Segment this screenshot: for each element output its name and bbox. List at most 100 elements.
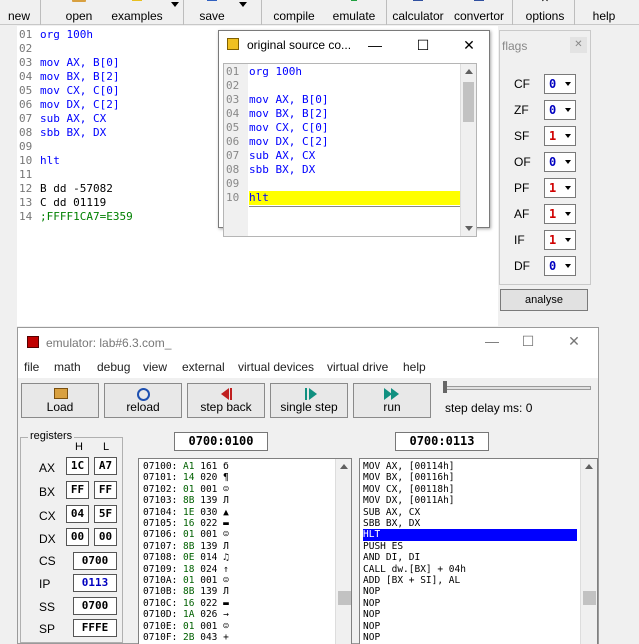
source-vertical-scrollbar[interactable] bbox=[460, 64, 476, 236]
menu-virtual-devices[interactable]: virtual devices bbox=[238, 360, 314, 374]
register-bl-field[interactable]: FF bbox=[94, 481, 117, 499]
register-ah-field[interactable]: 1C bbox=[66, 457, 89, 475]
single-step-button[interactable]: single step bbox=[270, 383, 348, 418]
register-bh-field[interactable]: FF bbox=[66, 481, 89, 499]
disassembly-row[interactable]: NOP bbox=[363, 609, 577, 620]
new-button[interactable]: new bbox=[0, 0, 38, 25]
disassembly-row[interactable]: CALL dw.[BX] + 04h bbox=[363, 564, 577, 575]
memory-row[interactable]: 0710B: 8B 139 Л bbox=[143, 586, 229, 597]
minimize-icon[interactable]: — bbox=[365, 37, 385, 53]
menu-file[interactable]: file bbox=[24, 360, 39, 374]
memory-scrollbar[interactable] bbox=[335, 459, 351, 644]
memory-row[interactable]: 0710E: 01 001 ☺ bbox=[143, 621, 229, 632]
convertor-button[interactable]: convertor bbox=[451, 0, 507, 25]
scroll-up-icon[interactable] bbox=[585, 464, 593, 469]
flag-df-select[interactable]: 0 bbox=[544, 256, 576, 276]
close-icon[interactable]: ✕ bbox=[570, 37, 587, 53]
memory-row[interactable]: 07105: 16 022 ▬ bbox=[143, 518, 229, 529]
scroll-thumb[interactable] bbox=[463, 82, 474, 122]
register-al-field[interactable]: A7 bbox=[94, 457, 117, 475]
compile-button[interactable]: compile bbox=[268, 0, 320, 25]
memory-address-field[interactable]: 0700:0100 bbox=[174, 432, 268, 451]
disassembly-row[interactable]: MOV CX, [00118h] bbox=[363, 484, 577, 495]
disassembly-address-field[interactable]: 0700:0113 bbox=[395, 432, 489, 451]
flag-zf-select[interactable]: 0 bbox=[544, 100, 576, 120]
flag-cf-select[interactable]: 0 bbox=[544, 74, 576, 94]
save-dropdown-icon[interactable] bbox=[239, 2, 247, 7]
maximize-icon[interactable]: ☐ bbox=[413, 37, 433, 54]
memory-row[interactable]: 07104: 1E 030 ▲ bbox=[143, 507, 229, 518]
menu-math[interactable]: math bbox=[54, 360, 81, 374]
disassembly-row-selected[interactable]: HLT bbox=[363, 529, 577, 541]
options-button[interactable]: ✕ options bbox=[522, 0, 568, 25]
run-button[interactable]: run bbox=[353, 383, 431, 418]
register-cl-field[interactable]: 5F bbox=[94, 505, 117, 523]
memory-row[interactable]: 0710C: 16 022 ▬ bbox=[143, 598, 229, 609]
disassembly-row[interactable]: SUB AX, CX bbox=[363, 507, 577, 518]
memory-row[interactable]: 07101: 14 020 ¶ bbox=[143, 472, 229, 483]
menu-virtual-drive[interactable]: virtual drive bbox=[327, 360, 388, 374]
disassembly-row[interactable]: SBB BX, DX bbox=[363, 518, 577, 529]
menu-help[interactable]: help bbox=[403, 360, 426, 374]
scroll-down-icon[interactable] bbox=[465, 226, 473, 231]
flag-if-select[interactable]: 1 bbox=[544, 230, 576, 250]
memory-row[interactable]: 07106: 01 001 ☺ bbox=[143, 529, 229, 540]
disassembly-row[interactable]: MOV BX, [00116h] bbox=[363, 472, 577, 483]
slider-thumb[interactable] bbox=[443, 381, 447, 393]
register-dh-field[interactable]: 00 bbox=[66, 528, 89, 546]
examples-button[interactable]: examples bbox=[108, 0, 166, 25]
analyse-button[interactable]: analyse bbox=[500, 289, 588, 311]
step-back-button[interactable]: step back bbox=[187, 383, 265, 418]
save-button[interactable]: save bbox=[194, 0, 230, 25]
flag-pf-select[interactable]: 1 bbox=[544, 178, 576, 198]
flag-af-select[interactable]: 1 bbox=[544, 204, 576, 224]
disassembly-row[interactable]: MOV AX, [00114h] bbox=[363, 461, 577, 472]
maximize-icon[interactable]: ☐ bbox=[518, 333, 538, 350]
disassembly-row[interactable]: NOP bbox=[363, 598, 577, 609]
disassembly-row[interactable]: ADD [BX + SI], AL bbox=[363, 575, 577, 586]
memory-row[interactable]: 07102: 01 001 ☺ bbox=[143, 484, 229, 495]
register-dl-field[interactable]: 00 bbox=[94, 528, 117, 546]
memory-row[interactable]: 07109: 18 024 ↑ bbox=[143, 564, 229, 575]
register-ss-field[interactable]: 0700 bbox=[73, 597, 117, 615]
register-sp-field[interactable]: FFFE bbox=[73, 619, 117, 637]
minimize-icon[interactable]: — bbox=[482, 333, 502, 349]
memory-row[interactable]: 07107: 8B 139 Л bbox=[143, 541, 229, 552]
disassembly-row[interactable]: NOP bbox=[363, 586, 577, 597]
register-cs-field[interactable]: 0700 bbox=[73, 552, 117, 570]
examples-dropdown-icon[interactable] bbox=[171, 2, 179, 7]
disassembly-list[interactable]: MOV AX, [00114h] MOV BX, [00116h] MOV CX, … bbox=[359, 458, 598, 644]
register-ch-field[interactable]: 04 bbox=[66, 505, 89, 523]
memory-row[interactable]: 07103: 8B 139 Л bbox=[143, 495, 229, 506]
reload-button[interactable]: reload bbox=[104, 383, 182, 418]
memory-row[interactable]: 0710A: 01 001 ☺ bbox=[143, 575, 229, 586]
memory-row[interactable]: 0710D: 1A 026 → bbox=[143, 609, 229, 620]
load-button[interactable]: Load bbox=[21, 383, 99, 418]
source-code-view[interactable]: 01 02 03 04 05 06 07 08 09 10 org 100h m… bbox=[223, 63, 477, 237]
flag-sf-select[interactable]: 1 bbox=[544, 126, 576, 146]
memory-row[interactable]: 07108: 0E 014 ♫ bbox=[143, 552, 229, 563]
emulator-titlebar[interactable]: emulator: lab#6.3.com_ — ☐ ✕ bbox=[18, 328, 598, 356]
disassembly-scrollbar[interactable] bbox=[580, 459, 597, 644]
menu-view[interactable]: view bbox=[143, 360, 167, 374]
calculator-button[interactable]: calculator bbox=[389, 0, 447, 25]
disassembly-row[interactable]: PUSH ES bbox=[363, 541, 577, 552]
memory-list[interactable]: 07100: A1 161 б 07101: 14 020 ¶ 07102: 01 … bbox=[138, 458, 352, 644]
disassembly-row[interactable]: NOP bbox=[363, 632, 577, 643]
source-window-titlebar[interactable]: original source co... — ☐ ✕ bbox=[219, 31, 489, 60]
emulate-button[interactable]: emulate bbox=[326, 0, 382, 25]
step-delay-slider[interactable] bbox=[445, 386, 591, 390]
scroll-thumb[interactable] bbox=[583, 591, 596, 605]
memory-row[interactable]: 0710F: 2B 043 + bbox=[143, 632, 229, 643]
menu-debug[interactable]: debug bbox=[97, 360, 130, 374]
disassembly-row[interactable]: MOV DX, [0011Ah] bbox=[363, 495, 577, 506]
close-icon[interactable]: ✕ bbox=[459, 37, 479, 54]
memory-row[interactable]: 07100: A1 161 б bbox=[143, 461, 229, 472]
disassembly-row[interactable]: AND DI, DI bbox=[363, 552, 577, 563]
open-button[interactable]: open bbox=[58, 0, 100, 25]
close-icon[interactable]: ✕ bbox=[564, 333, 584, 350]
register-ip-field[interactable]: 0113 bbox=[73, 574, 117, 592]
scroll-up-icon[interactable] bbox=[340, 464, 348, 469]
disassembly-row[interactable]: NOP bbox=[363, 621, 577, 632]
scroll-up-icon[interactable] bbox=[465, 69, 473, 74]
